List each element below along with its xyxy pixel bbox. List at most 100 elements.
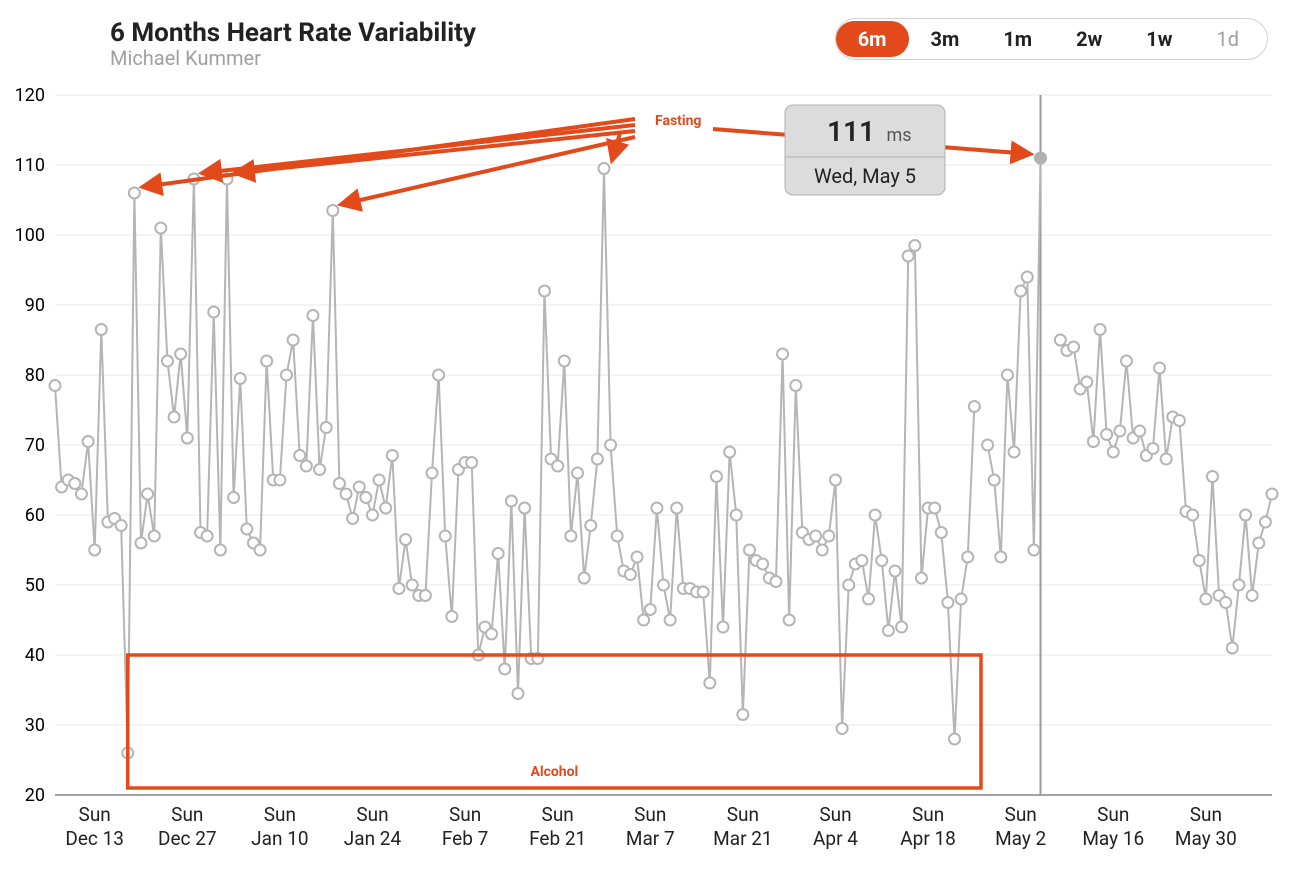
hrv-point[interactable] — [83, 436, 94, 447]
hrv-point[interactable] — [182, 433, 193, 444]
hrv-point[interactable] — [889, 566, 900, 577]
hrv-point[interactable] — [1035, 153, 1046, 164]
hrv-point[interactable] — [1101, 429, 1112, 440]
hrv-point[interactable] — [208, 307, 219, 318]
hrv-point[interactable] — [400, 534, 411, 545]
hrv-point[interactable] — [1174, 415, 1185, 426]
hrv-point[interactable] — [294, 450, 305, 461]
hrv-point[interactable] — [896, 622, 907, 633]
hrv-point[interactable] — [989, 475, 1000, 486]
hrv-point[interactable] — [1121, 356, 1132, 367]
hrv-point[interactable] — [598, 163, 609, 174]
hrv-point[interactable] — [427, 468, 438, 479]
hrv-point[interactable] — [1194, 555, 1205, 566]
hrv-point[interactable] — [962, 552, 973, 563]
hrv-point[interactable] — [830, 475, 841, 486]
hrv-point[interactable] — [737, 709, 748, 720]
hrv-point[interactable] — [1015, 286, 1026, 297]
hrv-point[interactable] — [367, 510, 378, 521]
hrv-point[interactable] — [909, 240, 920, 251]
hrv-point[interactable] — [301, 461, 312, 472]
hrv-point[interactable] — [1200, 594, 1211, 605]
hrv-point[interactable] — [334, 478, 345, 489]
hrv-point[interactable] — [731, 510, 742, 521]
hrv-point[interactable] — [870, 510, 881, 521]
hrv-point[interactable] — [493, 548, 504, 559]
hrv-point[interactable] — [499, 664, 510, 675]
hrv-point[interactable] — [1114, 426, 1125, 437]
hrv-point[interactable] — [1088, 436, 1099, 447]
hrv-point[interactable] — [1028, 545, 1039, 556]
hrv-point[interactable] — [50, 380, 61, 391]
hrv-point[interactable] — [612, 531, 623, 542]
hrv-point[interactable] — [387, 450, 398, 461]
hrv-point[interactable] — [142, 489, 153, 500]
hrv-point[interactable] — [671, 503, 682, 514]
hrv-point[interactable] — [76, 489, 87, 500]
timerange-btn-1m[interactable]: 1m — [981, 21, 1054, 57]
hrv-point[interactable] — [592, 454, 603, 465]
hrv-point[interactable] — [942, 597, 953, 608]
hrv-point[interactable] — [440, 531, 451, 542]
hrv-point[interactable] — [162, 356, 173, 367]
hrv-point[interactable] — [235, 373, 246, 384]
hrv-point[interactable] — [969, 401, 980, 412]
hrv-point[interactable] — [757, 559, 768, 570]
hrv-point[interactable] — [552, 461, 563, 472]
hrv-point[interactable] — [1233, 580, 1244, 591]
hrv-point[interactable] — [380, 503, 391, 514]
hrv-point[interactable] — [341, 489, 352, 500]
hrv-point[interactable] — [1081, 377, 1092, 388]
hrv-point[interactable] — [135, 538, 146, 549]
hrv-point[interactable] — [744, 545, 755, 556]
hrv-point[interactable] — [321, 422, 332, 433]
hrv-point[interactable] — [327, 205, 338, 216]
hrv-point[interactable] — [856, 555, 867, 566]
hrv-point[interactable] — [724, 447, 735, 458]
hrv-point[interactable] — [982, 440, 993, 451]
hrv-point[interactable] — [420, 590, 431, 601]
hrv-point[interactable] — [956, 594, 967, 605]
hrv-point[interactable] — [579, 573, 590, 584]
hrv-point[interactable] — [632, 552, 643, 563]
hrv-point[interactable] — [347, 513, 358, 524]
hrv-point[interactable] — [96, 324, 107, 335]
hrv-point[interactable] — [1187, 510, 1198, 521]
hrv-point[interactable] — [512, 688, 523, 699]
hrv-point[interactable] — [1260, 517, 1271, 528]
hrv-point[interactable] — [1147, 443, 1158, 454]
hrv-point[interactable] — [605, 440, 616, 451]
hrv-point[interactable] — [1240, 510, 1251, 521]
hrv-point[interactable] — [407, 580, 418, 591]
timerange-btn-1w[interactable]: 1w — [1124, 21, 1194, 57]
hrv-point[interactable] — [784, 615, 795, 626]
hrv-point[interactable] — [817, 545, 828, 556]
hrv-point[interactable] — [228, 492, 239, 503]
timerange-btn-3m[interactable]: 3m — [909, 21, 982, 57]
hrv-point[interactable] — [519, 503, 530, 514]
hrv-point[interactable] — [169, 412, 180, 423]
hrv-point[interactable] — [1068, 342, 1079, 353]
hrv-point[interactable] — [1247, 590, 1258, 601]
hrv-point[interactable] — [995, 552, 1006, 563]
timerange-btn-1d[interactable]: 1d — [1194, 21, 1261, 57]
hrv-point[interactable] — [1108, 447, 1119, 458]
hrv-point[interactable] — [486, 629, 497, 640]
hrv-point[interactable] — [718, 622, 729, 633]
hrv-point[interactable] — [69, 478, 80, 489]
hrv-point[interactable] — [1227, 643, 1238, 654]
hrv-point[interactable] — [565, 531, 576, 542]
hrv-point[interactable] — [949, 734, 960, 745]
hrv-point[interactable] — [433, 370, 444, 381]
hrv-point[interactable] — [307, 310, 318, 321]
hrv-point[interactable] — [1267, 489, 1278, 500]
hrv-point[interactable] — [658, 580, 669, 591]
hrv-point[interactable] — [572, 468, 583, 479]
hrv-point[interactable] — [129, 188, 140, 199]
hrv-point[interactable] — [638, 615, 649, 626]
hrv-point[interactable] — [155, 223, 166, 234]
hrv-point[interactable] — [116, 520, 127, 531]
hrv-point[interactable] — [175, 349, 186, 360]
hrv-point[interactable] — [929, 503, 940, 514]
hrv-point[interactable] — [698, 587, 709, 598]
